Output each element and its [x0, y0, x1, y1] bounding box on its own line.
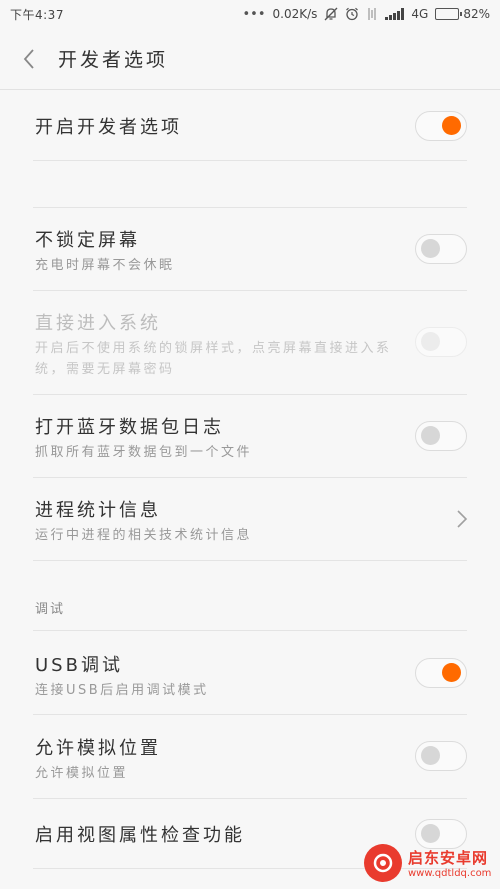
divider [33, 160, 467, 161]
network-type: 4G [411, 7, 429, 21]
chevron-right-icon [457, 510, 468, 528]
cellular-signal-icon [385, 8, 405, 20]
section-header-debug: 调试 [35, 602, 66, 617]
setting-description: 充电时屏幕不会休眠 [35, 258, 175, 273]
setting-label: 直接进入系统 [35, 313, 161, 334]
bell-off-icon [324, 7, 338, 21]
setting-process-stats[interactable]: 进程统计信息 运行中进程的相关技术统计信息 [0, 478, 500, 560]
more-dots-icon: ••• [242, 6, 266, 22]
setting-description: 抓取所有蓝牙数据包到一个文件 [35, 445, 253, 460]
setting-label: USB调试 [35, 655, 123, 676]
battery-percent: 82% [463, 7, 490, 21]
site-watermark: 启东安卓网 www.qdtldq.com [364, 841, 494, 885]
setting-description: 连接USB后启用调试模式 [35, 683, 209, 698]
setting-description: 运行中进程的相关技术统计信息 [35, 528, 253, 543]
watermark-logo-icon [364, 844, 402, 882]
setting-developer-options[interactable]: 开启开发者选项 [0, 91, 500, 161]
bluetooth-hci-log-toggle[interactable] [415, 421, 467, 451]
stay-awake-toggle[interactable] [415, 234, 467, 264]
direct-boot-toggle[interactable] [415, 327, 467, 357]
usb-debugging-toggle[interactable] [415, 658, 467, 688]
setting-label: 不锁定屏幕 [35, 230, 140, 251]
page-title: 开发者选项 [58, 49, 169, 71]
setting-description: 允许模拟位置 [35, 766, 129, 781]
setting-bluetooth-hci-log[interactable]: 打开蓝牙数据包日志 抓取所有蓝牙数据包到一个文件 [0, 395, 500, 477]
divider [33, 560, 467, 561]
setting-label: 打开蓝牙数据包日志 [35, 417, 224, 438]
setting-direct-boot[interactable]: 直接进入系统 开启后不使用系统的锁屏样式，点亮屏幕直接进入系统，需要无屏幕密码 [0, 291, 500, 394]
status-bar: 下午4:37 ••• 0.02K/s 4G 82% [0, 0, 500, 28]
vibrate-icon [366, 7, 378, 21]
setting-label: 允许模拟位置 [35, 738, 161, 759]
setting-stay-awake[interactable]: 不锁定屏幕 充电时屏幕不会休眠 [0, 208, 500, 290]
setting-description: 开启后不使用系统的锁屏样式，点亮屏幕直接进入系统，需要无屏幕密码 [35, 341, 392, 377]
setting-label: 开启开发者选项 [35, 117, 182, 138]
battery-indicator: 82% [435, 7, 490, 21]
mock-location-toggle[interactable] [415, 741, 467, 771]
network-speed: 0.02K/s [272, 7, 318, 21]
battery-icon [435, 8, 463, 20]
title-bar: 开发者选项 [0, 28, 500, 90]
status-time: 下午4:37 [10, 7, 64, 22]
setting-label: 启用视图属性检查功能 [35, 825, 245, 846]
setting-label: 进程统计信息 [35, 500, 161, 521]
watermark-url: www.qdtldq.com [408, 868, 492, 879]
developer-options-toggle[interactable] [415, 111, 467, 141]
setting-mock-location[interactable]: 允许模拟位置 允许模拟位置 [0, 715, 500, 799]
alarm-clock-icon [345, 7, 359, 21]
watermark-name: 启东安卓网 [408, 849, 489, 867]
setting-usb-debugging[interactable]: USB调试 连接USB后启用调试模式 [0, 631, 500, 715]
chevron-left-icon [23, 48, 34, 69]
back-button[interactable] [0, 28, 58, 90]
